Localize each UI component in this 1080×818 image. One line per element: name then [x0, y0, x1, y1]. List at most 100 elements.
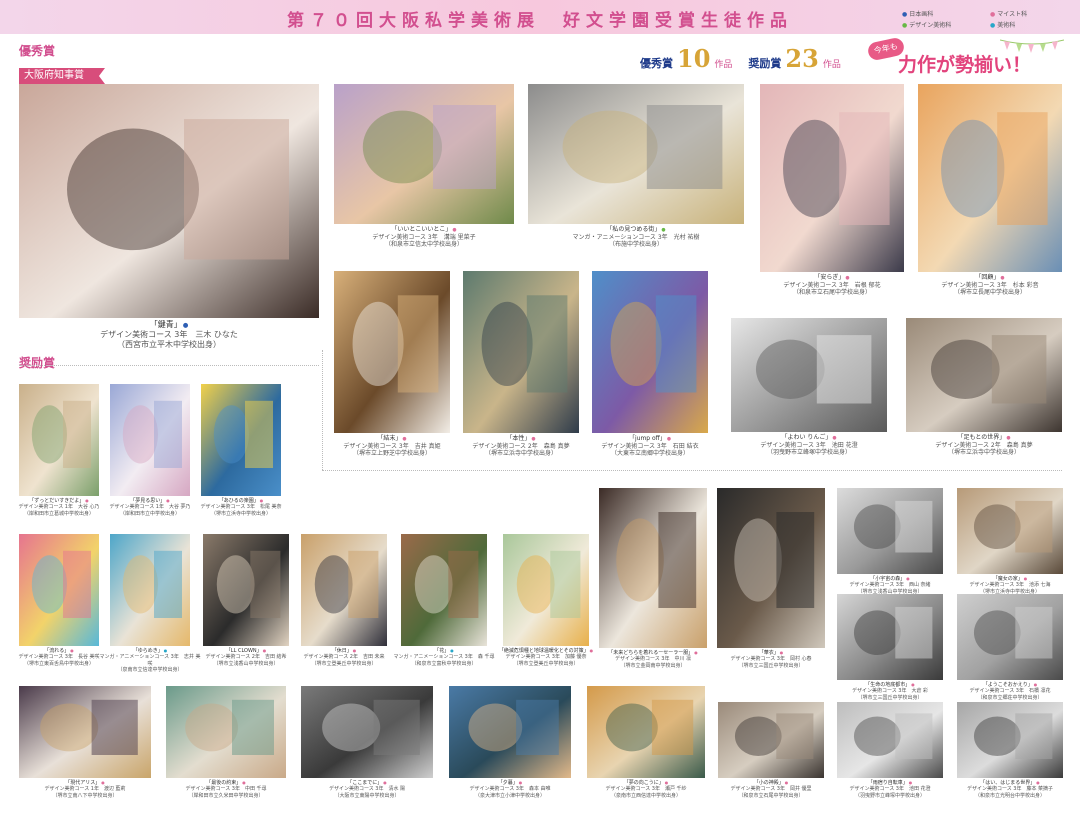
artwork-caption: 「ここまでに」デザイン美術コース 3年 清水 陽（大阪市立東陽中学校出身）	[289, 780, 445, 799]
artist-course: デザイン美術コース 3年 松尾 美奈	[200, 504, 282, 511]
artwork-image	[592, 271, 708, 433]
artist-school: （大阪市立東陽中学校出身）	[334, 792, 400, 799]
artwork-image	[334, 84, 514, 224]
artwork-caption: 「あひるの楽園」デザイン美術コース 3年 松尾 美奈（堺市立浜寺中学校出身）	[189, 498, 293, 517]
artwork-card: 「足もとの世界」デザイン美術コース 2年 森島 真夢（堺市立浜寺中学校出身）	[906, 318, 1062, 456]
artwork-card: 「LL CLOWN」デザイン美術コース 2年 吉田 結希（堺市立浅香山中学校出身…	[203, 534, 289, 667]
artwork-title: 「結末」	[322, 435, 462, 443]
artwork-caption: 「はい、はじまる世界」デザイン美術コース 3年 藤本 菜摘子（和泉市立光明台中学…	[945, 780, 1075, 799]
artwork-card: 「未来どちらを着れるーセーラー服」デザイン美術コース 3年 中川 凛（堺市立金岡…	[599, 488, 707, 669]
artist-course: デザイン美術コース 1年 大谷 夢乃	[109, 504, 191, 511]
encouragement-count-number: 23	[785, 44, 819, 73]
artwork-image	[837, 702, 943, 778]
legend-item: マイスト科	[990, 9, 1078, 18]
artist-school: （堺市立東百舌鳥中学校出身）	[23, 660, 94, 667]
artwork-title: 「回顧」	[906, 274, 1074, 282]
artwork-image	[401, 534, 487, 646]
artwork-card: 「jump off」デザイン美術コース 3年 石田 結衣（大東市立南郷中学校出身…	[592, 271, 708, 457]
artist-school: （羽曳野市立峰塚中学校出身）	[766, 449, 851, 457]
artwork-image	[957, 488, 1063, 574]
artwork-caption: 「ゆらめき」マンガ・アニメーションコース 3年 志井 美咲（泉南市立信達中学校出…	[98, 648, 202, 673]
artwork-image	[110, 534, 190, 646]
award-counts: 優秀賞 10 作品 奨励賞 23 作品	[640, 44, 857, 73]
artwork-image	[201, 384, 281, 496]
artwork-image	[203, 534, 289, 646]
artwork-card: 「小宇宙の森」デザイン美術コース 3年 西山 奈緒（堺市立浅香山中学校出身）	[837, 488, 943, 595]
artwork-card: 「ようこそおかえり」デザイン美術コース 3年 石橋 凛花（和泉市立郷荘中学校出身…	[957, 594, 1063, 701]
artwork-caption: 「夕暮」デザイン美術コース 3年 森本 由唯（泉大津市立小津中学校出身）	[437, 780, 583, 799]
artist-course: デザイン美術コース 3年 長谷 美咲	[18, 654, 100, 661]
artwork-title: 「いいとこいいとこ」	[322, 226, 526, 234]
artwork-caption: 「ずっとだいすきだよ」デザイン美術コース 1年 大谷 心乃（岸和田市立葛城中学校…	[7, 498, 111, 517]
artwork-card: 「花」マンガ・アニメーションコース 3年 森 千尋（和泉市立富秋中学校出身）	[394, 534, 494, 667]
excellence-count-unit: 作品	[714, 60, 733, 70]
artwork-caption: 「未来どちらを着れるーセーラー服」デザイン美術コース 3年 中川 凛（堺市立金岡…	[587, 650, 719, 669]
artist-school: （堺市立浅香山中学校出身）	[213, 660, 279, 667]
artwork-image	[760, 84, 904, 272]
artwork-caption: 「jump off」デザイン美術コース 3年 石田 結衣（大東市立南郷中学校出身…	[580, 435, 720, 458]
artwork-caption: 「絶滅危惧種と地球温暖化とその対策」デザイン美術コース 3年 加藤 優奈（堺市立…	[491, 648, 601, 667]
artwork-card: 「安らぎ」デザイン美術コース 3年 岩根 郁花（和泉市立石尾中学校出身）	[760, 84, 904, 296]
artwork-image	[599, 488, 707, 648]
artwork-card: 「鍵青」デザイン美術コース 3年 三木 ひなた（西宮市立平木中学校出身）	[19, 84, 319, 349]
artist-school: （羽曳野市立峰塚中学校出身）	[854, 792, 925, 799]
artist-course: デザイン美術コース 2年 吉田 未来	[303, 654, 385, 661]
artist-school: （岸和田市立久米田中学校出身）	[188, 792, 264, 799]
artist-school: （堺市立三国丘中学校出身）	[857, 694, 923, 701]
artwork-caption: 「最後の約束」デザイン美術コース 3年 中田 千尋（岸和田市立久米田中学校出身）	[154, 780, 298, 799]
artwork-card: 「華衣」デザイン美術コース 3年 岡村 心春（堺市立三国丘中学校出身）	[717, 488, 825, 669]
artwork-caption: 「足もとの世界」デザイン美術コース 2年 森島 真夢（堺市立浜寺中学校出身）	[894, 434, 1074, 457]
artwork-card: 「休日」デザイン美術コース 2年 吉田 未来（堺市立登美丘中学校出身）	[301, 534, 387, 667]
bunting-decoration	[1000, 39, 1064, 53]
artwork-title: 「私の見つめる街」	[516, 226, 756, 234]
artist-school: （堺市立浜寺中学校出身）	[947, 449, 1020, 457]
artwork-card: 「ゆらめき」マンガ・アニメーションコース 3年 志井 美咲（泉南市立信達中学校出…	[100, 534, 200, 673]
encouragement-count-unit: 作品	[822, 60, 841, 70]
artwork-image	[918, 84, 1062, 272]
artist-school: （堺市立上野芝中学校出身）	[352, 450, 431, 458]
artist-school: （大東市立南郷中学校出身）	[610, 450, 689, 458]
artwork-card: 「流れる」デザイン美術コース 3年 長谷 美咲（堺市立東百舌鳥中学校出身）	[18, 534, 100, 667]
artwork-caption: 「魔女の家」デザイン美術コース 3年 池添 七海（堺市立浜寺中学校出身）	[945, 576, 1075, 595]
artwork-caption: 「夢見る思い」デザイン美術コース 1年 大谷 夢乃（岸和田市立中学校出身）	[98, 498, 202, 517]
artist-school: （泉南市立西信達中学校出身）	[610, 792, 681, 799]
legend-item: 日本画科	[902, 9, 990, 18]
artwork-image	[19, 686, 151, 778]
artwork-card: 「魔女の家」デザイン美術コース 3年 池添 七海（堺市立浜寺中学校出身）	[957, 488, 1063, 595]
artwork-card: 「はい、はじまる世界」デザイン美術コース 3年 藤本 菜摘子（和泉市立光明台中学…	[957, 702, 1063, 799]
artwork-image	[449, 686, 571, 778]
artwork-caption: 「いいとこいいとこ」デザイン美術コース 3年 溝端 里菜子（和泉市立信太中学校出…	[322, 226, 526, 249]
legend-item: デザイン美術科	[902, 20, 990, 29]
artwork-card: 「最後の約束」デザイン美術コース 3年 中田 千尋（岸和田市立久米田中学校出身）	[166, 686, 286, 799]
artwork-caption: 「流れる」デザイン美術コース 3年 長谷 美咲（堺市立東百舌鳥中学校出身）	[7, 648, 111, 667]
artwork-image	[837, 488, 943, 574]
artist-school: （和泉市立信太中学校出身）	[384, 241, 463, 249]
artwork-card: 「雨宿り自転車」デザイン美術コース 3年 池田 花澄（羽曳野市立峰塚中学校出身）	[837, 702, 943, 799]
divider	[19, 365, 319, 366]
artwork-title: 「足もとの世界」	[894, 434, 1074, 442]
artwork-card: 「夢見る思い」デザイン美術コース 1年 大谷 夢乃（岸和田市立中学校出身）	[109, 384, 191, 517]
artist-course: マンガ・アニメーションコース 3年 志井 美咲	[99, 654, 201, 667]
artwork-caption: 「生命の地底都市」デザイン美術コース 3年 大倉 彩（堺市立三国丘中学校出身）	[825, 682, 955, 701]
artwork-title: 「本性」	[451, 435, 591, 443]
artist-school: （堺市立登美丘中学校出身）	[513, 660, 579, 667]
artist-school: （和泉市立石尾中学校出身）	[792, 289, 871, 297]
artwork-caption: 「結末」デザイン美術コース 3年 吉井 真姫（堺市立上野芝中学校出身）	[322, 435, 462, 458]
artwork-card: 「私の見つめる街」マンガ・アニメーションコース 3年 光村 祐樹（布施中学校出身…	[528, 84, 744, 248]
artwork-title: 「jump off」	[580, 435, 720, 443]
section-heading-excellence: 優秀賞	[19, 44, 56, 58]
artist-course: デザイン美術コース 3年 加藤 優奈	[505, 654, 587, 661]
artwork-image	[19, 84, 319, 318]
section-heading-encouragement: 奨励賞	[19, 356, 56, 370]
artwork-caption: 「本性」デザイン美術コース 2年 森島 真夢（堺市立浜寺中学校出身）	[451, 435, 591, 458]
artwork-caption: 「現代アリス」デザイン美術コース 1年 渡辺 藍莉（堺市立南八下中学校出身）	[7, 780, 163, 799]
artwork-card: 「よわい りんご」デザイン美術コース 3年 池田 花澄（羽曳野市立峰塚中学校出身…	[731, 318, 887, 456]
artist-school: （堺市立三国丘中学校出身）	[738, 662, 804, 669]
artwork-image	[463, 271, 579, 433]
artist-school: （和泉市立富秋中学校出身）	[411, 660, 477, 667]
artist-school: （堺市立登美丘中学校出身）	[311, 660, 377, 667]
artwork-card: 「絶滅危惧種と地球温暖化とその対策」デザイン美術コース 3年 加藤 優奈（堺市立…	[499, 534, 589, 667]
artwork-caption: 「LL CLOWN」デザイン美術コース 2年 吉田 結希（堺市立浅香山中学校出身…	[191, 648, 301, 667]
header-bar: 第７０回大阪私学美術展 好文学園受賞生徒作品 日本画科 マイスト科 デザイン美術…	[0, 0, 1080, 34]
artwork-image	[301, 686, 433, 778]
